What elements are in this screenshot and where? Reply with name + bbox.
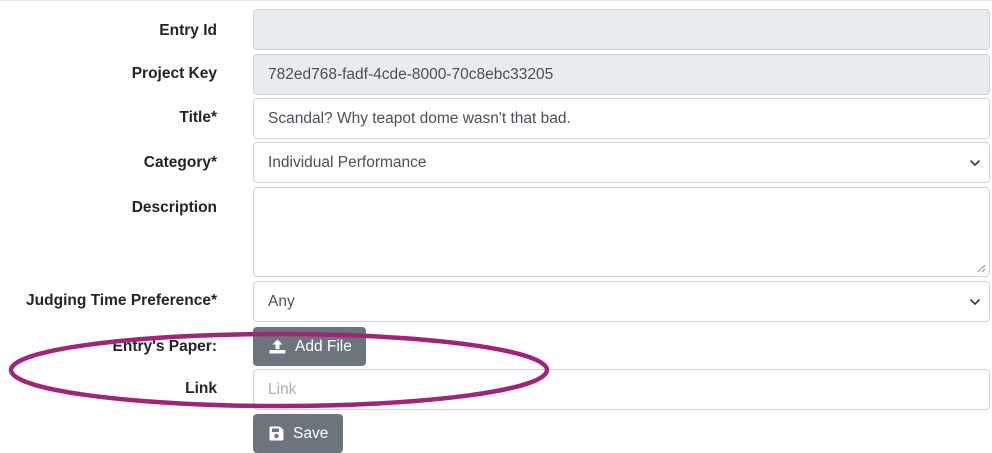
category-label: Category* <box>143 154 217 171</box>
category-selected-value: Individual Performance <box>268 154 427 171</box>
add-file-button[interactable]: Add File <box>253 327 366 366</box>
add-file-button-label: Add File <box>295 337 352 355</box>
save-button-label: Save <box>293 424 329 442</box>
judging-time-label: Judging Time Preference* <box>26 292 217 309</box>
judging-time-selected-value: Any <box>268 293 295 310</box>
resize-grip-icon[interactable] <box>977 264 986 273</box>
entry-form-page: Entry Id Project Key 782ed768-fadf-4cde-… <box>0 0 992 453</box>
floppy-disk-icon <box>269 426 284 441</box>
title-input[interactable]: Scandal? Why teapot dome wasn't that bad… <box>253 98 990 139</box>
link-label: Link <box>185 380 217 397</box>
top-divider <box>0 0 992 1</box>
project-key-label: Project Key <box>131 65 217 82</box>
judging-time-select[interactable]: Any <box>253 281 990 322</box>
chevron-down-icon <box>970 299 980 305</box>
description-label: Description <box>131 199 217 216</box>
link-placeholder: Link <box>268 381 297 398</box>
title-label: Title* <box>179 109 217 126</box>
save-button[interactable]: Save <box>253 414 344 453</box>
entry-paper-label: Entry's Paper: <box>112 338 217 355</box>
chevron-down-icon <box>970 160 980 166</box>
upload-icon <box>269 339 286 354</box>
link-input[interactable]: Link <box>253 369 990 410</box>
entry-id-label: Entry Id <box>159 22 217 39</box>
category-select[interactable]: Individual Performance <box>253 142 990 183</box>
description-textarea[interactable] <box>253 187 990 277</box>
entry-id-field <box>253 9 990 50</box>
project-key-field: 782ed768-fadf-4cde-8000-70c8ebc33205 <box>253 54 990 95</box>
